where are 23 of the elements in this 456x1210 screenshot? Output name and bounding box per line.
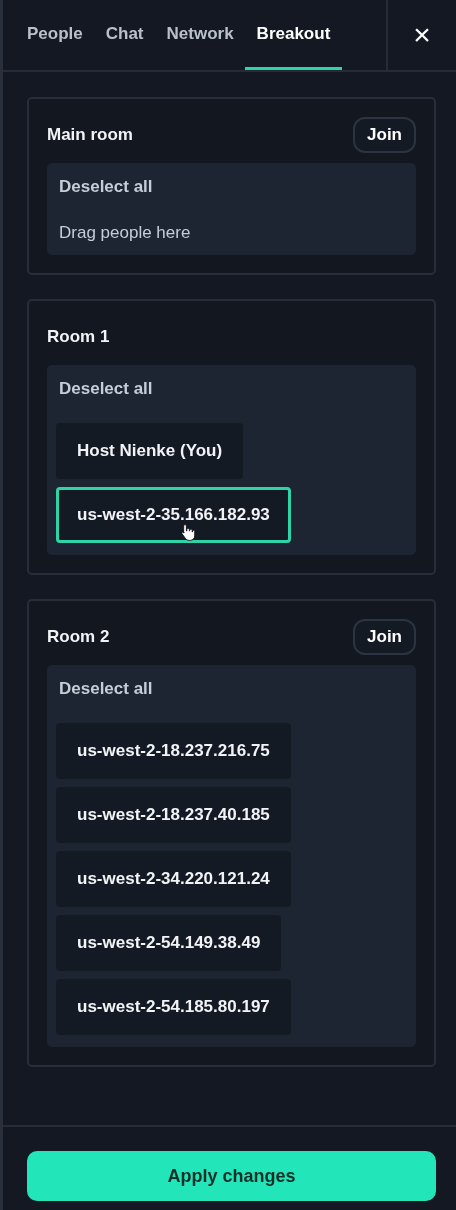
- drop-hint: Drag people here: [59, 223, 191, 243]
- participant-chip[interactable]: us-west-2-54.149.38.49: [56, 915, 282, 971]
- close-button[interactable]: ×: [409, 20, 435, 50]
- tab[interactable]: Chat: [93, 0, 156, 70]
- room-title: Room 2: [47, 627, 110, 647]
- room-title: Room 1: [47, 327, 110, 347]
- participant-chip[interactable]: us-west-2-18.237.216.75: [56, 723, 291, 779]
- join-button[interactable]: Join: [353, 619, 416, 655]
- participant-chip[interactable]: us-west-2-35.166.182.93: [56, 487, 291, 543]
- participant-chip[interactable]: us-west-2-54.185.80.197: [56, 979, 291, 1035]
- hand-cursor-icon: [181, 523, 195, 541]
- deselect-all-link[interactable]: Deselect all: [59, 379, 153, 399]
- participant-chip[interactable]: us-west-2-18.237.40.185: [56, 787, 291, 843]
- participant-chip[interactable]: us-west-2-34.220.121.24: [56, 851, 291, 907]
- tab[interactable]: Network: [154, 0, 246, 70]
- apply-changes-button[interactable]: Apply changes: [27, 1151, 436, 1201]
- participant-chip[interactable]: Host Nienke (You): [56, 423, 244, 479]
- room-title: Main room: [47, 125, 133, 145]
- deselect-all-link[interactable]: Deselect all: [59, 679, 153, 699]
- tab[interactable]: People: [27, 0, 95, 70]
- join-button[interactable]: Join: [353, 117, 416, 153]
- tab[interactable]: Breakout: [244, 0, 343, 70]
- deselect-all-link[interactable]: Deselect all: [59, 177, 153, 197]
